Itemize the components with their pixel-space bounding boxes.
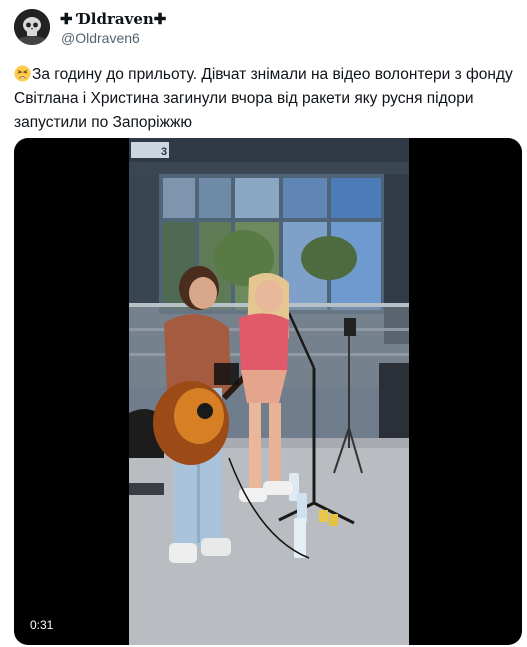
sign-number: 3 [161,146,167,158]
skull-avatar-icon [14,9,50,45]
tired-face-emoji-icon [14,65,31,82]
author-handle[interactable]: @Oldraven6 [61,30,140,46]
video-frame[interactable]: 3 [129,138,409,645]
tweet-text: За годину до прильоту. Дівчат знімали на… [14,63,513,135]
video-still-image: 3 [129,138,409,645]
video-duration: 0:31 [26,616,58,634]
author-avatar[interactable] [14,9,50,45]
author-display-name[interactable]: ✚ Ɗldraven✚ [60,10,166,28]
tweet-line: За годину до прильоту. Дівчат знімали на… [14,63,513,87]
tweet-line-1: За годину до прильоту. Дівчат знімали на… [32,66,513,83]
video-player[interactable]: 3 0:31 [14,138,522,645]
tweet-line-2: Світлана і Христина загинули вчора від р… [14,90,474,107]
tweet-line-3: запустили по Запоріжжю [14,114,192,131]
